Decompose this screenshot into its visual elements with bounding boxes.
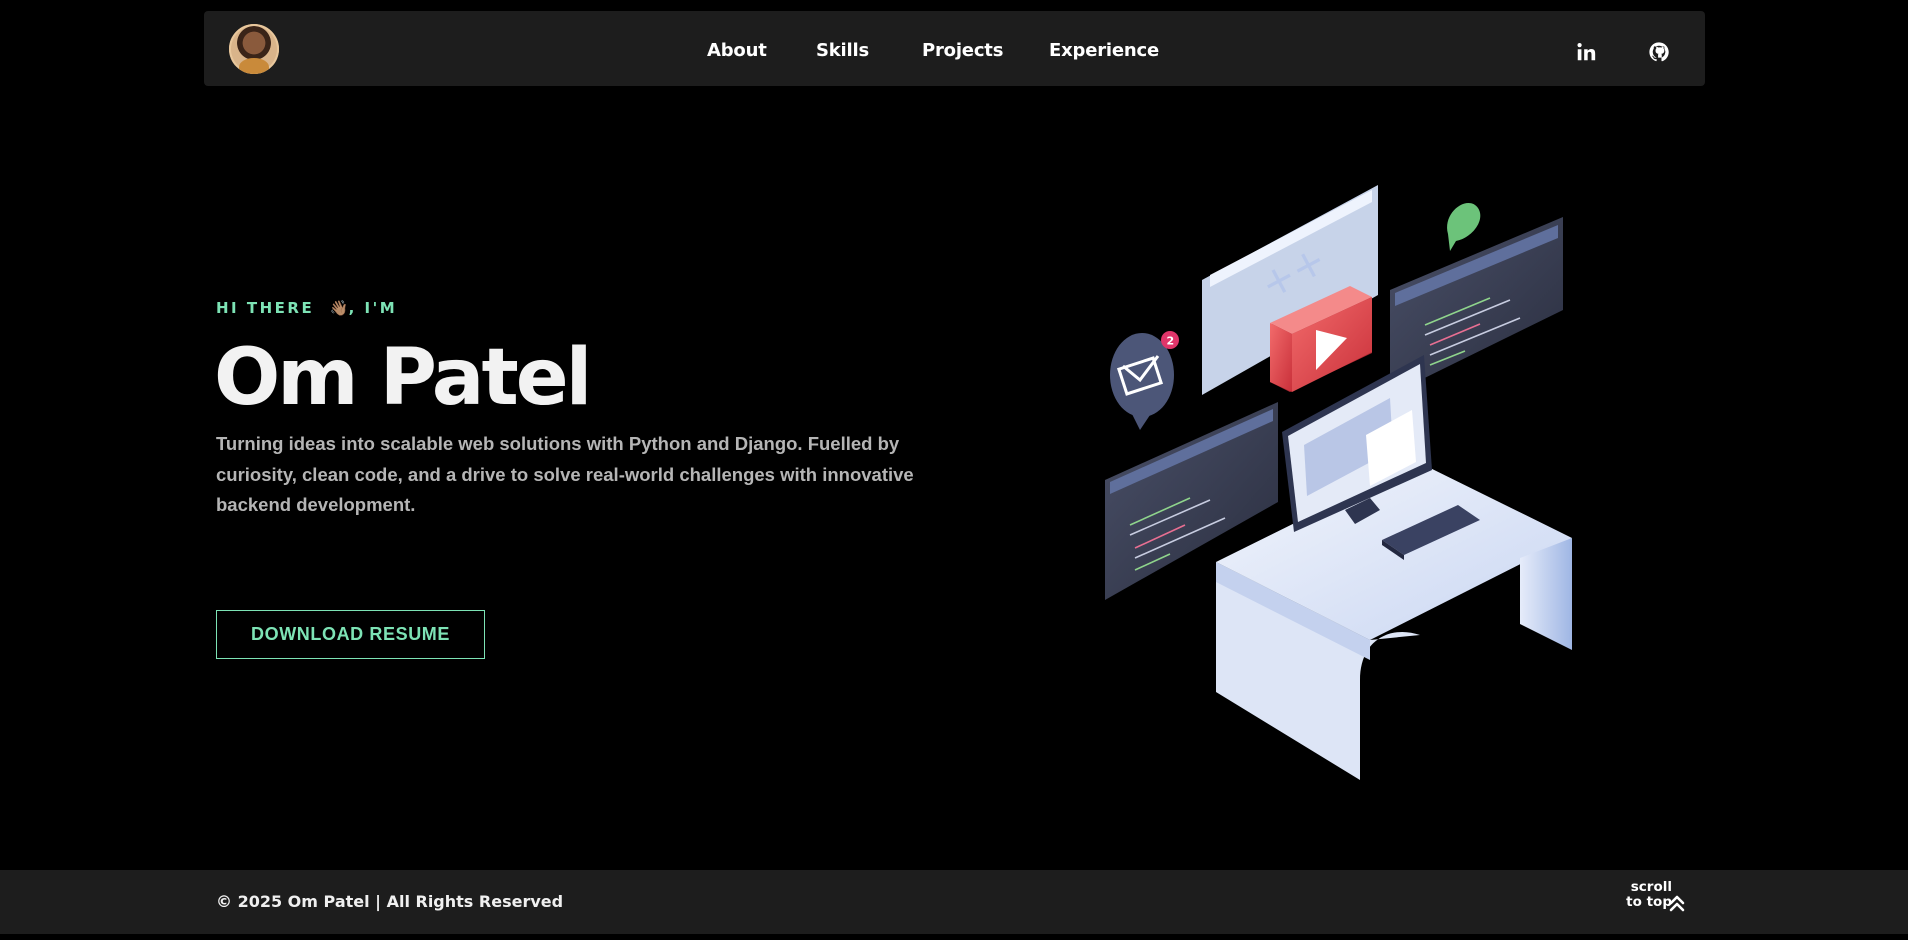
scroll-to-top-label: scroll to top xyxy=(1602,880,1672,910)
greeting-prefix: HI THERE xyxy=(216,299,315,317)
nav-link-experience[interactable]: Experience xyxy=(1049,40,1159,61)
copyright-text: © 2025 Om Patel | All Rights Reserved xyxy=(216,892,564,911)
wave-emoji: 👋🏽 xyxy=(329,299,349,317)
scroll-label-line-2: to top xyxy=(1626,894,1672,910)
scroll-to-top-button[interactable]: scroll to top xyxy=(1612,880,1692,920)
hero-name: Om Patel xyxy=(214,333,592,423)
workspace-illustration: ++ 2 xyxy=(1090,180,1610,780)
github-icon[interactable] xyxy=(1648,41,1670,63)
nav-link-skills[interactable]: Skills xyxy=(816,40,869,61)
hero-description: Turning ideas into scalable web solution… xyxy=(216,433,914,515)
nav-link-about[interactable]: About xyxy=(707,40,767,61)
footer: © 2025 Om Patel | All Rights Reserved sc… xyxy=(0,870,1908,934)
double-chevron-up-icon xyxy=(1668,894,1686,912)
nav-link-projects[interactable]: Projects xyxy=(922,40,1003,61)
download-resume-button[interactable]: DOWNLOAD RESUME xyxy=(216,610,485,659)
nav-links: About Skills Projects Experience xyxy=(204,11,1705,86)
greeting-suffix: , I'M xyxy=(348,299,398,317)
hero-greeting: HI THERE 👋🏽, I'M xyxy=(216,299,397,317)
notification-badge: 2 xyxy=(1167,335,1175,348)
linkedin-icon[interactable] xyxy=(1575,41,1597,63)
scroll-label-line-1: scroll xyxy=(1630,879,1672,895)
navbar: About Skills Projects Experience xyxy=(204,11,1705,86)
